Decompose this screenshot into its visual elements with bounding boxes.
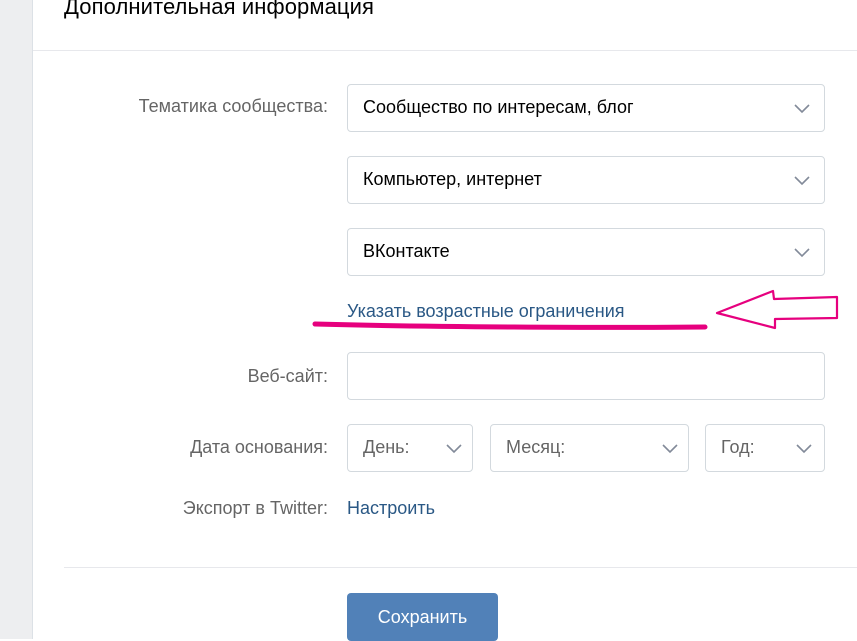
topic-subcategory-value: Компьютер, интернет: [363, 169, 542, 189]
chevron-down-icon: [796, 443, 812, 454]
left-gutter: [0, 0, 33, 639]
chevron-down-icon: [662, 443, 678, 454]
annotation-underline: [312, 321, 708, 330]
chevron-down-icon: [446, 443, 462, 454]
month-value: Месяц:: [506, 437, 566, 457]
year-select[interactable]: Год:: [705, 424, 825, 472]
topic-subcategory2-select[interactable]: ВКонтакте: [347, 228, 825, 276]
topic-category-select[interactable]: Сообщество по интересам, блог: [347, 84, 825, 132]
founding-date-label: Дата основания:: [190, 437, 328, 457]
chevron-down-icon: [794, 103, 810, 114]
month-select[interactable]: Месяц:: [490, 424, 689, 472]
annotation-arrow-icon: [715, 289, 839, 330]
annotation-overlay: [312, 289, 839, 330]
topic-subcategory-select[interactable]: Компьютер, интернет: [347, 156, 825, 204]
chevron-down-icon: [794, 175, 810, 186]
year-value: Год:: [721, 437, 755, 457]
twitter-setup-link[interactable]: Настроить: [347, 498, 435, 519]
save-button[interactable]: Сохранить: [347, 593, 498, 641]
chevron-down-icon: [794, 247, 810, 258]
topic-label: Тематика сообщества:: [138, 96, 328, 116]
day-value: День:: [363, 437, 410, 457]
website-input[interactable]: [347, 352, 825, 400]
page-title: Дополнительная информация: [64, 0, 375, 19]
day-select[interactable]: День:: [347, 424, 473, 472]
divider: [64, 567, 857, 568]
topic-subcategory2-value: ВКонтакте: [363, 241, 450, 261]
twitter-export-label: Экспорт в Twitter:: [182, 498, 328, 518]
website-label: Веб-сайт:: [247, 366, 328, 386]
topic-category-value: Сообщество по интересам, блог: [363, 97, 634, 117]
